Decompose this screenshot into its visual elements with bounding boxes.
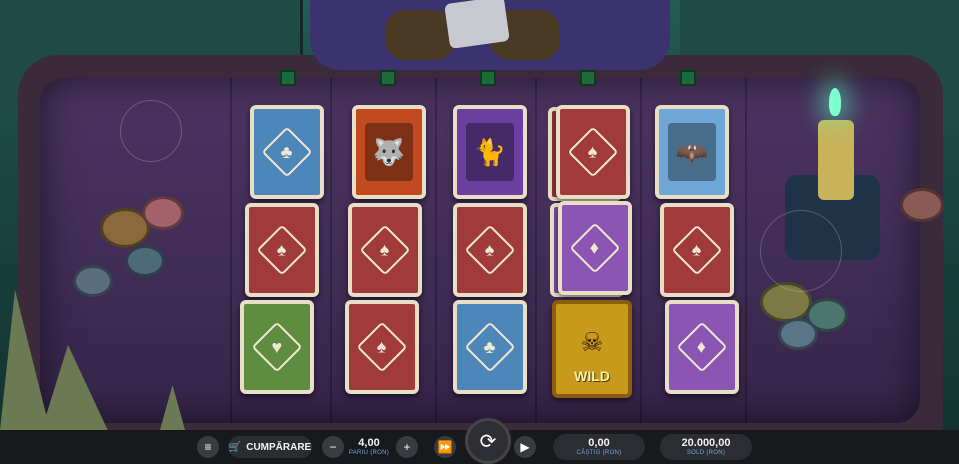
refresh-icon: ⟳ [479,430,497,453]
club-icon: ♣ [261,126,313,178]
bet-decrease-button[interactable]: − [322,430,344,464]
card-club-blue: ♣ [453,300,527,394]
spade-icon: ♠ [567,126,619,178]
poker-chip [142,196,184,230]
dealer-hand [385,10,455,60]
candle [818,120,854,200]
menu-icon: ≡ [197,436,219,458]
dealer-card [444,0,510,49]
spade-icon: ♠ [464,224,516,276]
flame [829,88,841,116]
spade-icon: ♠ [256,224,308,276]
reels-grid: ♣ ♠ ♥ 🐺 ♠ ♠ 🐈 ♠ ♣ ♠ ♦ ☠ WILD 🦇 ♠ ♦ [240,95,740,405]
poker-chip [73,265,113,297]
card-wild: ☠ WILD [552,300,632,398]
win-value: 0,00 [588,437,610,449]
plank-line [230,78,232,423]
poker-chip [900,188,944,222]
buy-pill: 🛒 CUMPĂRARE [228,436,312,458]
card-beast-bat: 🦇 [655,105,729,199]
spade-icon: ♠ [671,224,723,276]
balance-display: 20.000,00 SOLD (RON) [660,430,752,464]
card-diamond-purple: ♦ [665,300,739,394]
poker-chip [778,318,818,350]
spin-button[interactable]: ⟳ [465,418,511,464]
spade-icon: ♠ [356,321,408,373]
win-label: CÂȘTIG (RON) [576,450,622,456]
diamond-icon: ♦ [569,222,621,274]
skull-icon: ☠ [580,326,604,357]
cart-icon: 🛒 [228,441,242,453]
bat-icon: 🦇 [668,123,716,181]
wolf-icon: 🐺 [365,123,413,181]
play-icon: ▶ [514,436,536,458]
spade-icon: ♠ [359,224,411,276]
reel-marker [680,70,696,86]
card-spade-red: ♠ [660,203,734,297]
card-diamond-purple: ♦ [558,201,632,295]
plank-line [745,78,747,423]
menu-button[interactable]: ≡ [197,430,219,464]
wild-label: WILD [574,368,610,384]
reel-marker [380,70,396,86]
card-spade-red: ♠ [345,300,419,394]
card-spade-red: ♠ [245,203,319,297]
reel-marker [280,70,296,86]
card-beast-panther: 🐈 [453,105,527,199]
buy-label: CUMPĂRARE [246,441,312,453]
poker-chip [125,245,165,277]
club-icon: ♣ [464,321,516,373]
minus-icon: − [322,436,344,458]
card-club-blue: ♣ [250,105,324,199]
bet-increase-button[interactable]: + [396,430,418,464]
card-beast-wolf: 🐺 [352,105,426,199]
balance-label: SOLD (RON) [686,450,726,456]
bet-label: PARIU (RON) [348,450,390,456]
balance-pill: 20.000,00 SOLD (RON) [660,434,752,460]
cobweb [760,210,842,292]
plus-icon: + [396,436,418,458]
heart-icon: ♥ [251,321,303,373]
card-spade-red: ♠ [348,203,422,297]
win-pill: 0,00 CÂȘTIG (RON) [553,434,645,460]
bet-display: 4,00 PARIU (RON) [346,430,392,464]
card-heart-green: ♥ [240,300,314,394]
game-scene: ♣ ♠ ♥ 🐺 ♠ ♠ 🐈 ♠ ♣ ♠ ♦ ☠ WILD 🦇 ♠ ♦ [0,0,959,430]
buy-button[interactable]: 🛒 CUMPĂRARE [228,430,312,464]
reel-marker [580,70,596,86]
bet-value: 4,00 [358,437,380,449]
diamond-icon: ♦ [676,321,728,373]
cobweb [120,100,182,162]
reel-marker [480,70,496,86]
panther-icon: 🐈 [466,123,514,181]
turbo-button[interactable]: ⏩ [434,430,456,464]
win-display: 0,00 CÂȘTIG (RON) [553,430,645,464]
balance-value: 20.000,00 [681,437,731,449]
autoplay-button[interactable]: ▶ [514,430,536,464]
fast-forward-icon: ⏩ [434,436,456,458]
card-spade-red: ♠ [453,203,527,297]
card-spade-red: ♠ [556,105,630,199]
